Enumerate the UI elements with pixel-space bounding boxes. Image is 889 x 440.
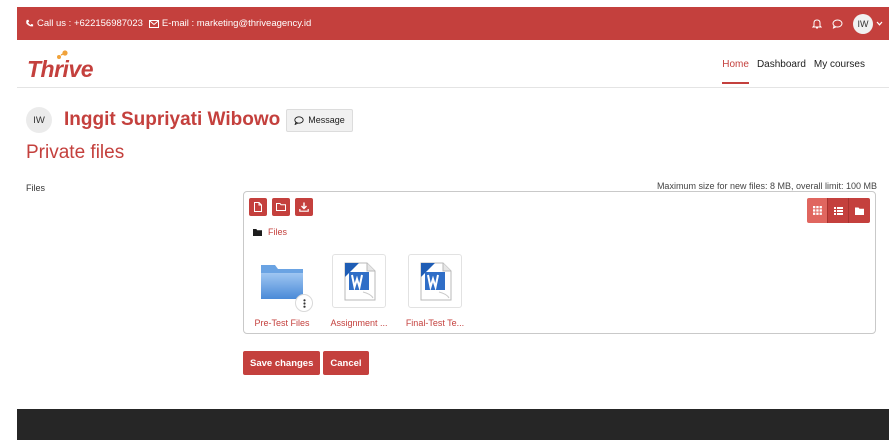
messages-button[interactable] bbox=[832, 19, 843, 29]
contact-email[interactable]: E-mail : marketing@thriveagency.id bbox=[148, 18, 312, 29]
profile-header: IW Inggit Supriyati Wibowo Message bbox=[26, 107, 353, 133]
bell-icon bbox=[812, 19, 822, 29]
profile-avatar[interactable]: IW bbox=[26, 107, 52, 133]
file-manager: Files Pre-Test Files Assignment ... Fina… bbox=[243, 191, 876, 334]
more-icon bbox=[302, 298, 306, 308]
file-item-document[interactable]: Assignment ... bbox=[322, 254, 396, 328]
create-folder-button[interactable] bbox=[272, 198, 290, 216]
form-actions: Save changes Cancel bbox=[243, 351, 372, 375]
top-contact-bar: Call us : +622156987023 E-mail : marketi… bbox=[17, 7, 889, 40]
word-document-icon bbox=[344, 262, 376, 301]
message-button-label: Message bbox=[308, 115, 345, 125]
new-folder-icon bbox=[276, 203, 286, 211]
page-footer bbox=[17, 409, 889, 440]
topbar-user-menu: IW bbox=[812, 7, 883, 40]
download-icon bbox=[299, 202, 309, 212]
message-button[interactable]: Message bbox=[286, 108, 353, 132]
breadcrumb-files[interactable]: Files bbox=[268, 227, 287, 237]
word-document-thumbnail[interactable] bbox=[408, 254, 462, 308]
primary-navigation: Home Dashboard My courses bbox=[714, 40, 865, 88]
word-document-icon bbox=[420, 262, 452, 301]
grid-view-button[interactable] bbox=[807, 198, 828, 223]
file-name[interactable]: Pre-Test Files bbox=[245, 318, 319, 328]
chat-bubble-icon bbox=[294, 115, 304, 125]
list-view-icon bbox=[833, 206, 843, 215]
file-name[interactable]: Final-Test Te... bbox=[398, 318, 472, 328]
item-menu-button[interactable] bbox=[295, 294, 313, 312]
phone-icon bbox=[26, 19, 34, 27]
chevron-down-icon[interactable] bbox=[876, 21, 883, 26]
main-navbar: Thrive Home Dashboard My courses bbox=[17, 40, 889, 88]
notifications-button[interactable] bbox=[812, 18, 822, 29]
contact-email-text: E-mail : marketing@thriveagency.id bbox=[161, 18, 312, 29]
save-changes-button[interactable]: Save changes bbox=[243, 351, 321, 375]
list-view-button[interactable] bbox=[828, 198, 849, 223]
file-name[interactable]: Assignment ... bbox=[322, 318, 396, 328]
view-mode-switcher bbox=[807, 198, 870, 223]
chat-icon bbox=[832, 19, 843, 29]
user-avatar[interactable]: IW bbox=[853, 13, 873, 34]
brand-logo-text: Thrive bbox=[27, 56, 94, 82]
folder-thumbnail[interactable] bbox=[255, 254, 313, 312]
tree-view-button[interactable] bbox=[849, 198, 870, 223]
new-file-icon bbox=[254, 202, 262, 212]
mail-icon bbox=[148, 19, 159, 28]
nav-home[interactable]: Home bbox=[722, 40, 749, 88]
page-title: Private files bbox=[26, 142, 125, 163]
breadcrumb: Files bbox=[253, 227, 287, 237]
file-manager-toolbar bbox=[249, 198, 318, 216]
download-all-button[interactable] bbox=[295, 198, 313, 216]
word-document-thumbnail[interactable] bbox=[332, 254, 386, 308]
cancel-button[interactable]: Cancel bbox=[323, 351, 369, 375]
add-file-button[interactable] bbox=[249, 198, 267, 216]
grid-view-icon bbox=[812, 206, 822, 215]
contact-phone[interactable]: Call us : +622156987023 bbox=[25, 18, 143, 29]
folder-icon bbox=[253, 228, 262, 236]
file-item-folder[interactable]: Pre-Test Files bbox=[245, 254, 319, 328]
contact-phone-text: Call us : +622156987023 bbox=[37, 18, 143, 29]
profile-name[interactable]: Inggit Supriyati Wibowo bbox=[64, 109, 280, 131]
nav-my-courses[interactable]: My courses bbox=[814, 40, 865, 88]
upload-limit-text: Maximum size for new files: 8 MB, overal… bbox=[656, 181, 877, 191]
nav-dashboard[interactable]: Dashboard bbox=[757, 40, 806, 88]
tree-view-icon bbox=[855, 207, 864, 215]
files-field-label: Files bbox=[26, 183, 46, 193]
file-item-document[interactable]: Final-Test Te... bbox=[398, 254, 472, 328]
page-frame: Call us : +622156987023 E-mail : marketi… bbox=[17, 7, 889, 440]
